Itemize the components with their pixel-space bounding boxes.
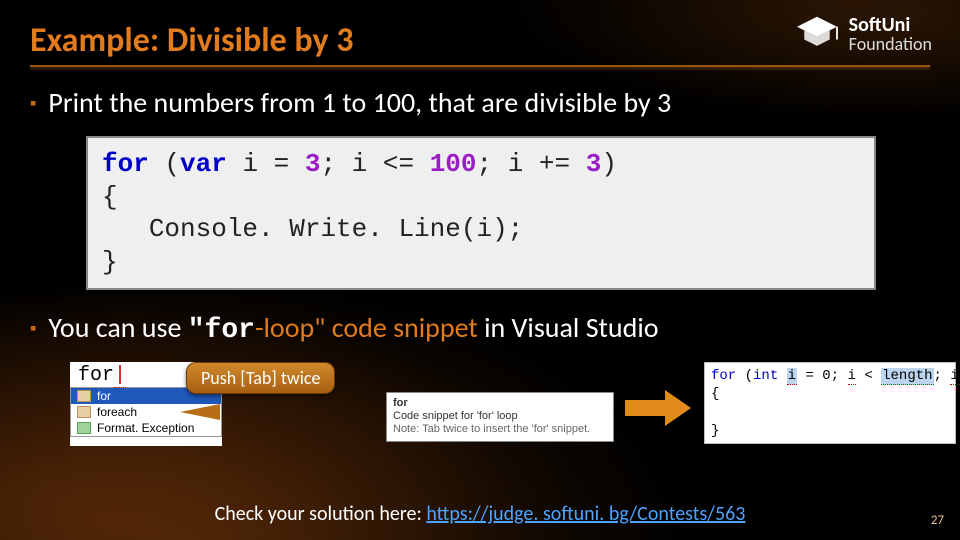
code-example: for (var i = 3; i <= 100; i += 3) { Cons… [86, 136, 876, 290]
tip-callout: Push [Tab] twice [186, 362, 335, 394]
list-item: Format. Exception [71, 420, 221, 436]
expanded-snippet: for (int i = 0; i < length; i++) { } [704, 362, 956, 444]
snippet-icon [77, 390, 91, 402]
arrow-right-icon [625, 390, 695, 426]
bullet-2: You can use "for-loop" code snippet in V… [30, 310, 930, 346]
solution-link[interactable]: https://judge. softuni. bg/Contests/563 [426, 502, 745, 526]
kw-var: var [180, 149, 227, 179]
brand-sub: Foundation [849, 35, 932, 53]
title-underline [30, 65, 930, 67]
callout-arrow-icon [180, 404, 220, 420]
snippet-illustration: for| for foreach Format. Exception Push … [70, 362, 930, 456]
kw-for: for [102, 149, 149, 179]
page-number: 27 [931, 513, 944, 528]
num-100: 100 [430, 149, 477, 179]
brand-name: SoftUni [849, 15, 932, 35]
intellisense-tooltip: for Code snippet for 'for' loop Note: Ta… [386, 392, 614, 442]
brand-logo: SoftUni Foundation [795, 14, 932, 54]
graduation-cap-icon [795, 14, 839, 54]
class-icon [77, 422, 91, 434]
snippet-icon [77, 406, 91, 418]
code-body: Console. Write. Line(i); [149, 214, 523, 244]
footer-note: Check your solution here: https://judge.… [0, 502, 960, 526]
bullet-1: Print the numbers from 1 to 100, that ar… [30, 85, 930, 120]
num-3b: 3 [586, 149, 602, 179]
num-3a: 3 [305, 149, 321, 179]
